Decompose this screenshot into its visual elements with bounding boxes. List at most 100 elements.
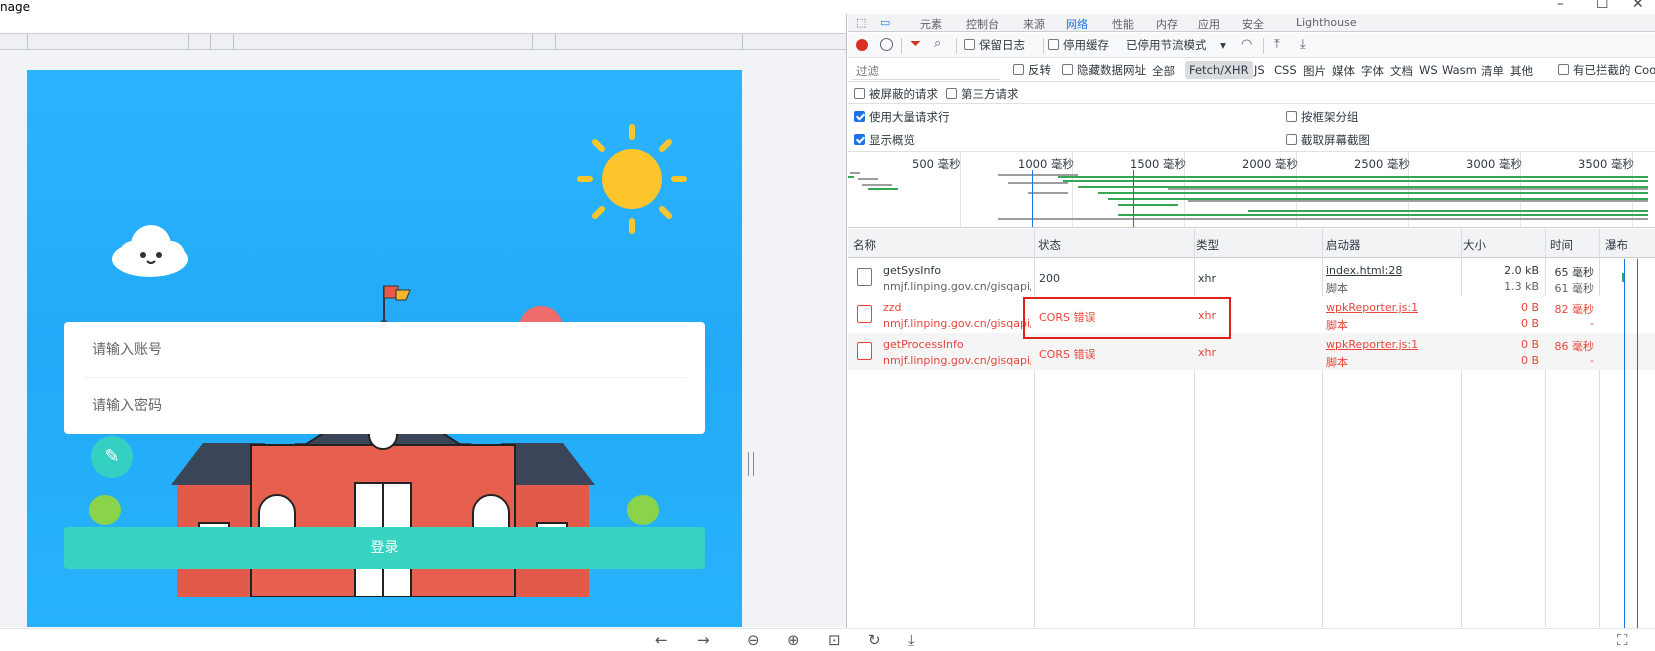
viewer-toolbar: ← → ⊖ ⊕ ⊡ ↻ ⤓ ⛶ xyxy=(0,628,1655,651)
blocked-cookies-checkbox[interactable]: 有已拦截的 Coo xyxy=(1558,62,1655,78)
show-overview-label: 显示概览 xyxy=(869,133,915,147)
download-icon[interactable]: ⤓ xyxy=(908,631,915,649)
tree-left xyxy=(89,495,121,525)
initiator-link[interactable]: wpkReporter.js:1 xyxy=(1326,301,1418,314)
initiator-type: 脚本 xyxy=(1326,356,1348,369)
type-filter-media[interactable]: 媒体 xyxy=(1328,61,1359,81)
overview-bars xyxy=(848,170,1648,227)
record-icon[interactable] xyxy=(856,39,868,51)
tab-application[interactable]: 应用 xyxy=(1198,16,1220,31)
type-filter-font[interactable]: 字体 xyxy=(1357,61,1388,81)
field-divider xyxy=(84,377,687,378)
hide-data-urls-label: 隐藏数据网址 xyxy=(1077,63,1146,77)
capture-screenshots-checkbox[interactable]: 截取屏幕截图 xyxy=(1286,132,1370,148)
column-time[interactable]: 时间 xyxy=(1550,237,1573,253)
tab-performance[interactable]: 性能 xyxy=(1112,16,1134,31)
disable-cache-checkbox[interactable]: 停用缓存 xyxy=(1048,37,1109,53)
show-overview-checkbox[interactable]: 显示概览 xyxy=(854,132,915,148)
clear-icon[interactable] xyxy=(880,38,893,51)
resource-size: 1.3 kB xyxy=(1504,280,1539,293)
inspect-icon[interactable]: ⬚ xyxy=(856,16,866,29)
invert-checkbox[interactable]: 反转 xyxy=(1013,62,1051,78)
big-rows-checkbox[interactable]: 使用大量请求行 xyxy=(854,109,950,125)
login-form: 请输入账号 请输入密码 xyxy=(64,322,705,434)
request-name: getSysInfo xyxy=(883,264,942,277)
blocked-requests-checkbox[interactable]: 被屏蔽的请求 xyxy=(854,86,938,102)
type-filter-manifest[interactable]: 清单 xyxy=(1477,61,1508,81)
initiator-link[interactable]: index.html:28 xyxy=(1326,264,1402,277)
panel-splitter[interactable] xyxy=(846,14,847,628)
type-filter-other[interactable]: 其他 xyxy=(1506,61,1537,81)
login-button[interactable]: 登录 xyxy=(64,527,705,569)
maximize-icon[interactable]: ☐ xyxy=(1596,0,1609,12)
throttling-select[interactable]: 已停用节流模式 ▾ xyxy=(1126,37,1226,53)
transfer-size: 0 B xyxy=(1520,301,1539,314)
tab-sources[interactable]: 来源 xyxy=(1023,16,1045,31)
filter-input[interactable]: 过滤 xyxy=(852,60,1000,80)
account-input[interactable]: 请输入账号 xyxy=(92,339,162,359)
transfer-size: 0 B xyxy=(1520,338,1539,351)
type-filter-css[interactable]: CSS xyxy=(1270,61,1301,79)
zoom-out-icon[interactable]: ⊖ xyxy=(747,631,760,649)
forward-icon[interactable]: → xyxy=(697,631,710,649)
actual-size-icon[interactable]: ⊡ xyxy=(828,631,841,649)
tab-network[interactable]: 网络 xyxy=(1066,16,1088,31)
request-type: xhr xyxy=(1198,272,1217,285)
rotate-icon[interactable]: ↻ xyxy=(868,631,881,649)
type-filter-js[interactable]: JS xyxy=(1250,61,1269,79)
fullscreen-icon[interactable]: ⛶ xyxy=(1617,631,1628,649)
table-row[interactable]: zzd nmjf.linping.gov.cn/gisqapi/... CORS… xyxy=(848,296,1655,333)
tab-console[interactable]: 控制台 xyxy=(966,16,999,31)
cloud-icon xyxy=(112,225,188,277)
big-rows-label: 使用大量请求行 xyxy=(869,110,950,124)
download-icon[interactable]: ⤓ xyxy=(1300,37,1306,52)
filter-bar: 过滤 反转 隐藏数据网址 全部 Fetch/XHR JS CSS 图片 媒体 字… xyxy=(848,58,1655,82)
column-type[interactable]: 类型 xyxy=(1196,237,1219,253)
minimize-icon[interactable]: – xyxy=(1557,0,1564,12)
column-size[interactable]: 大小 xyxy=(1463,237,1486,253)
network-toolbar: ⏷ ⌕ 保留日志 停用缓存 已停用节流模式 ▾ ◠ ⤒ ⤓ xyxy=(848,33,1655,58)
transfer-size: 2.0 kB xyxy=(1504,264,1539,277)
tree-right xyxy=(627,495,659,525)
type-filter-doc[interactable]: 文档 xyxy=(1386,61,1417,81)
column-initiator[interactable]: 启动器 xyxy=(1326,237,1361,253)
back-icon[interactable]: ← xyxy=(655,631,668,649)
preserve-log-checkbox[interactable]: 保留日志 xyxy=(964,37,1025,53)
preserve-log-label: 保留日志 xyxy=(979,38,1025,52)
type-filter-wasm[interactable]: Wasm xyxy=(1438,61,1481,79)
tab-elements[interactable]: 元素 xyxy=(920,16,942,31)
type-filter-fetch-xhr[interactable]: Fetch/XHR xyxy=(1185,61,1253,79)
password-input[interactable]: 请输入密码 xyxy=(92,395,162,415)
type-filter-all[interactable]: 全部 xyxy=(1148,61,1179,81)
column-status[interactable]: 状态 xyxy=(1038,237,1061,253)
resource-size: 0 B xyxy=(1520,354,1539,367)
network-overview[interactable]: 500 毫秒 1000 毫秒 1500 毫秒 2000 毫秒 2500 毫秒 3… xyxy=(848,152,1655,228)
chevron-down-icon: ▾ xyxy=(1220,38,1226,52)
initiator-type: 脚本 xyxy=(1326,319,1348,332)
initiator-link[interactable]: wpkReporter.js:1 xyxy=(1326,338,1418,351)
device-icon[interactable]: ▭ xyxy=(880,16,890,29)
type-filter-img[interactable]: 图片 xyxy=(1299,61,1330,81)
group-by-frame-checkbox[interactable]: 按框架分组 xyxy=(1286,109,1359,125)
device-toolbar xyxy=(0,14,846,34)
tab-security[interactable]: 安全 xyxy=(1242,16,1264,31)
tab-memory[interactable]: 内存 xyxy=(1156,16,1178,31)
resize-handle[interactable] xyxy=(748,452,754,476)
upload-icon[interactable]: ⤒ xyxy=(1274,37,1280,52)
table-row[interactable]: getSysInfo nmjf.linping.gov.cn/gisqapi/.… xyxy=(848,259,1655,296)
filter-icon[interactable]: ⏷ xyxy=(910,36,921,52)
third-party-checkbox[interactable]: 第三方请求 xyxy=(946,86,1019,102)
document-icon xyxy=(857,268,872,286)
search-icon[interactable]: ⌕ xyxy=(934,36,941,51)
zoom-in-icon[interactable]: ⊕ xyxy=(787,631,800,649)
close-icon[interactable]: ✕ xyxy=(1632,0,1644,12)
column-waterfall[interactable]: 瀑布 xyxy=(1605,237,1628,253)
sun-icon xyxy=(577,124,687,234)
hide-data-urls-checkbox[interactable]: 隐藏数据网址 xyxy=(1062,62,1146,78)
table-row[interactable]: getProcessInfo nmjf.linping.gov.cn/gisqa… xyxy=(848,333,1655,370)
tab-lighthouse[interactable]: Lighthouse xyxy=(1296,16,1357,29)
column-name[interactable]: 名称 xyxy=(853,237,876,253)
capture-screenshots-label: 截取屏幕截图 xyxy=(1301,133,1370,147)
third-party-label: 第三方请求 xyxy=(961,87,1019,101)
wifi-icon[interactable]: ◠ xyxy=(1241,37,1252,52)
